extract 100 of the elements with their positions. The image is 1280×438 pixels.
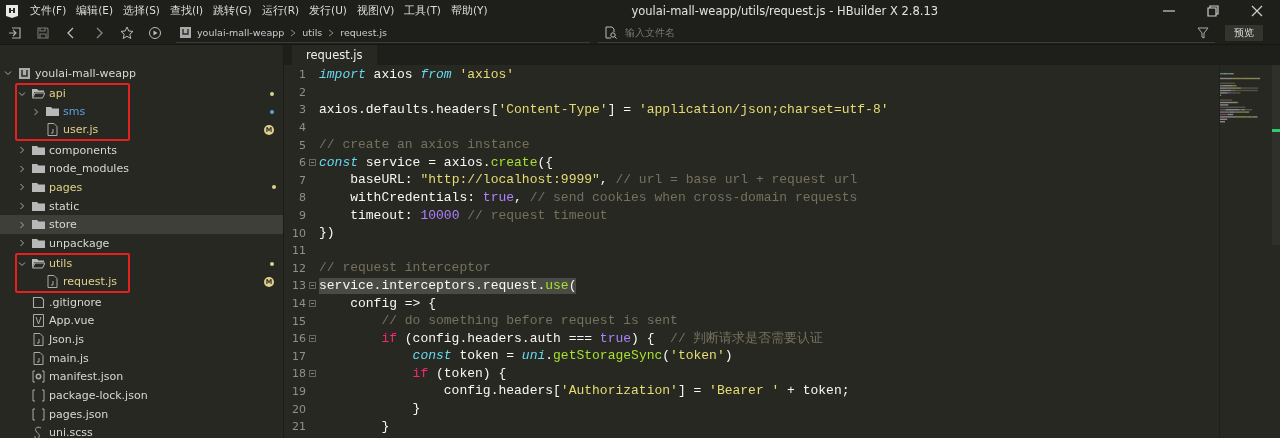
- tree-item[interactable]: components: [0, 140, 283, 160]
- tree-item[interactable]: store: [0, 215, 283, 235]
- code-line: axios.defaults.headers['Content-Type'] = 'application/json;charset=utf-8': [319, 102, 889, 118]
- chevron-icon: [290, 28, 297, 37]
- breadcrumb-item[interactable]: request.js: [340, 27, 387, 38]
- scroll-marker: [1272, 129, 1280, 132]
- fold-icon[interactable]: [309, 370, 316, 378]
- tree-item[interactable]: .gitignore: [0, 292, 283, 312]
- editor-tab[interactable]: request.js: [292, 45, 377, 65]
- search-field[interactable]: 输入文件名: [625, 24, 1189, 41]
- menu-item[interactable]: 跳转(G): [213, 4, 252, 18]
- tree-item[interactable]: youlai-mall-weapp: [0, 64, 283, 83]
- line-number: 11: [291, 244, 306, 258]
- tree-item[interactable]: main.js: [0, 348, 283, 368]
- expand-icon[interactable]: [18, 259, 26, 268]
- menu-item[interactable]: 工具(T): [404, 4, 441, 18]
- menu-item[interactable]: 发行(U): [309, 4, 347, 18]
- menu-item[interactable]: 选择(S): [123, 4, 160, 18]
- folder-icon: [32, 180, 45, 194]
- line-number: 14: [291, 297, 306, 310]
- tree-item[interactable]: package-lock.json: [0, 386, 283, 405]
- menu-item[interactable]: 文件(F): [30, 4, 67, 18]
- fold-icon[interactable]: [309, 159, 316, 167]
- json-file-icon: [32, 407, 45, 421]
- code-line: // create an axios instance: [319, 137, 530, 154]
- collapse-icon[interactable]: [18, 146, 26, 155]
- code-line: withCredentials: true, // send cookies when cross-domain requests: [349, 189, 858, 206]
- line-number: 16: [291, 332, 306, 346]
- settings-file-icon: [32, 370, 45, 384]
- tree-item[interactable]: unpackage: [0, 234, 283, 253]
- import-icon[interactable]: [8, 26, 22, 40]
- tree-item[interactable]: Json.js: [0, 330, 283, 349]
- code-line: baseURL: "http://localhost:9999", // url = base url + request url: [349, 172, 858, 189]
- breadcrumb-item[interactable]: youlai-mall-weapp: [197, 27, 285, 38]
- preview-button[interactable]: 预览: [1225, 25, 1263, 41]
- close-icon[interactable]: [1250, 4, 1264, 18]
- collapse-icon[interactable]: [18, 164, 26, 173]
- collapse-icon[interactable]: [18, 220, 26, 229]
- fold-icon[interactable]: [309, 335, 316, 343]
- breadcrumb-item[interactable]: utils: [302, 27, 323, 38]
- line-number: 1: [298, 68, 306, 82]
- tree-item[interactable]: App.vue: [0, 311, 283, 331]
- folder-icon: [32, 162, 45, 176]
- filter-icon[interactable]: [1197, 26, 1209, 39]
- line-number: 21: [291, 420, 306, 434]
- save-icon[interactable]: [36, 26, 50, 40]
- collapse-icon[interactable]: [18, 183, 26, 192]
- folder-icon: [32, 236, 45, 250]
- tree-item[interactable]: pages.json: [0, 404, 283, 424]
- tree-item[interactable]: api: [0, 84, 281, 103]
- tree-item[interactable]: manifest.json: [0, 367, 283, 387]
- file-icon: [32, 295, 45, 309]
- tree-item[interactable]: uni.scss: [0, 423, 283, 438]
- line-number: 12: [291, 261, 306, 275]
- line-number: 5: [298, 138, 306, 152]
- maximize-icon[interactable]: [1206, 4, 1220, 18]
- collapse-icon[interactable]: [18, 202, 26, 211]
- code-line: if (token) {: [411, 365, 507, 382]
- search-bar[interactable]: 输入文件名: [598, 23, 1215, 43]
- menu-item[interactable]: 运行(R): [261, 4, 300, 18]
- line-number: 10: [291, 226, 306, 240]
- tree-item[interactable]: utils: [0, 254, 281, 273]
- menu-item[interactable]: 帮助(Y): [450, 4, 488, 18]
- code-line: timeout: 10000 // request timeout: [349, 207, 608, 224]
- tree-item[interactable]: node_modules: [0, 159, 283, 179]
- folder-icon: [32, 143, 45, 157]
- code-line: const token = uni.getStorageSync('token'): [411, 348, 733, 365]
- collapse-icon[interactable]: [18, 239, 26, 248]
- line-number: 4: [298, 121, 306, 135]
- scrollbar[interactable]: [1272, 65, 1280, 245]
- line-number: 7: [298, 173, 306, 187]
- expand-icon[interactable]: [4, 69, 12, 78]
- code-line: config.headers['Authorization'] = 'Bearer ' + token;: [442, 383, 850, 400]
- line-number: 2: [298, 85, 306, 99]
- code-line: }: [380, 418, 390, 435]
- menu-item[interactable]: 编辑(E): [76, 4, 114, 18]
- tree-item[interactable]: pages: [0, 178, 283, 197]
- project-icon: [180, 27, 191, 38]
- tree-item[interactable]: static: [0, 196, 283, 216]
- collapse-icon[interactable]: [32, 107, 40, 116]
- tree-item[interactable]: sms: [0, 102, 281, 121]
- code-line: // request interceptor: [319, 260, 491, 277]
- file-icon: [46, 275, 59, 289]
- line-number: 3: [298, 103, 306, 117]
- fold-icon[interactable]: [309, 282, 316, 290]
- line-number: 19: [291, 385, 306, 398]
- star-icon[interactable]: [120, 26, 134, 40]
- menu-item[interactable]: 查找(I): [169, 4, 204, 18]
- json-file-icon: [32, 389, 45, 403]
- folder-icon: [32, 87, 45, 101]
- code-line: }): [319, 225, 335, 242]
- run-icon[interactable]: [148, 26, 162, 40]
- folder-icon: [32, 218, 45, 232]
- line-number: 20: [291, 402, 306, 416]
- code-line: import axios from 'axios': [319, 66, 515, 83]
- menu-item[interactable]: 视图(V): [356, 4, 395, 18]
- fold-icon[interactable]: [309, 300, 316, 307]
- code-line: // do something before request is sent: [380, 313, 678, 330]
- file-icon: [32, 351, 45, 365]
- expand-icon[interactable]: [18, 89, 26, 98]
